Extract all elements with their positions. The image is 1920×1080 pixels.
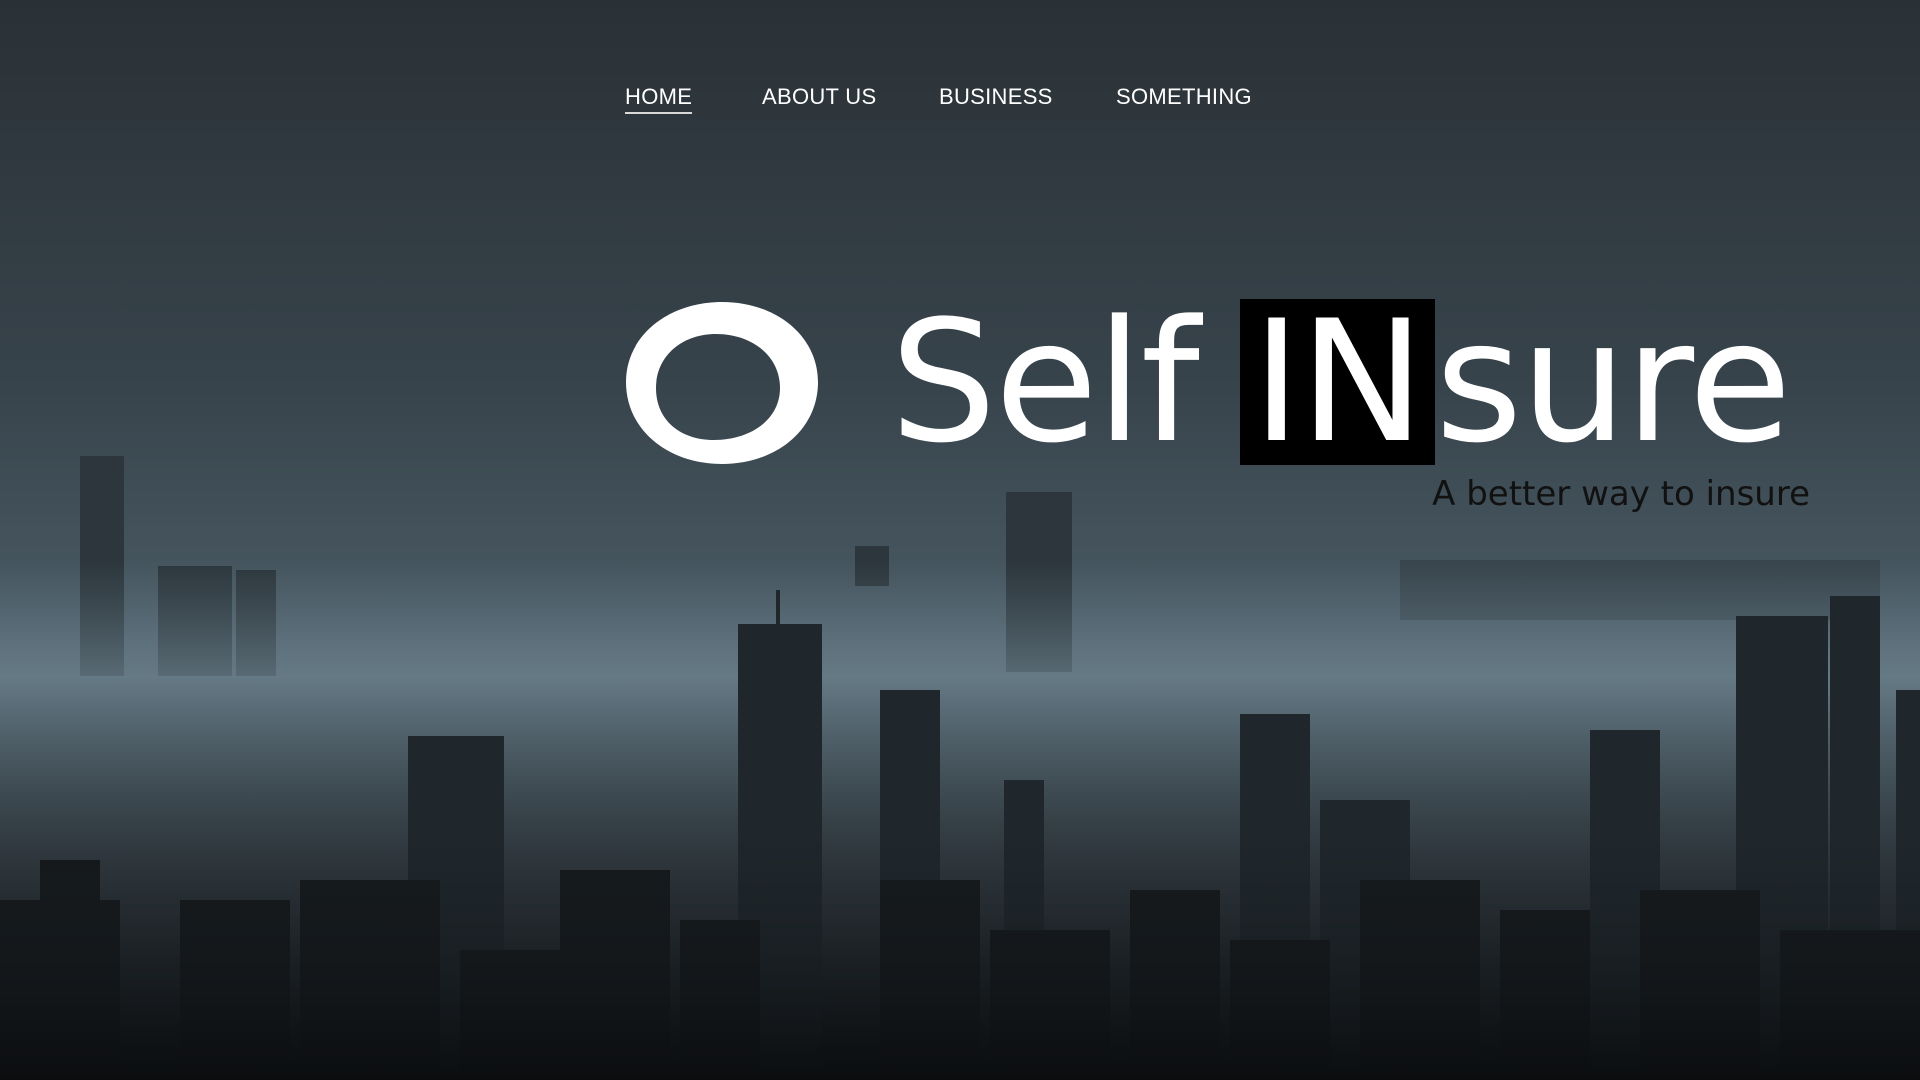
nav-item-business[interactable]: BUSINESS	[939, 84, 1053, 110]
brand-wordmark: Self IN sure	[890, 284, 1792, 480]
main-navigation: HOME ABOUT US BUSINESS SOMETHING	[0, 84, 1920, 124]
nav-item-home[interactable]: HOME	[625, 84, 693, 114]
brand-name-highlight: IN	[1239, 298, 1436, 466]
brand-tagline: A better way to insure	[1432, 474, 1810, 514]
landing-page: HOME ABOUT US BUSINESS SOMETHING Self IN…	[0, 0, 1920, 1080]
nav-item-about-us[interactable]: ABOUT US	[762, 84, 876, 110]
brand-name-sure: sure	[1435, 284, 1792, 480]
nav-item-something[interactable]: SOMETHING	[1116, 84, 1252, 110]
brand-name-self: Self	[890, 284, 1200, 480]
ring-logo-icon	[626, 302, 818, 464]
city-skyline-image	[0, 456, 1920, 1080]
